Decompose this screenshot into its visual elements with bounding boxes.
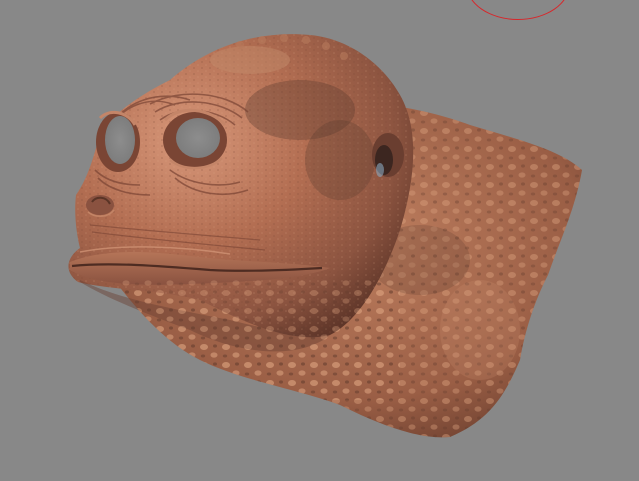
3d-viewport[interactable] — [0, 0, 639, 481]
sculpted-head-model[interactable] — [0, 0, 639, 481]
left-eye-socket — [96, 110, 140, 172]
nostril — [86, 195, 115, 217]
ear-hole — [372, 133, 404, 177]
